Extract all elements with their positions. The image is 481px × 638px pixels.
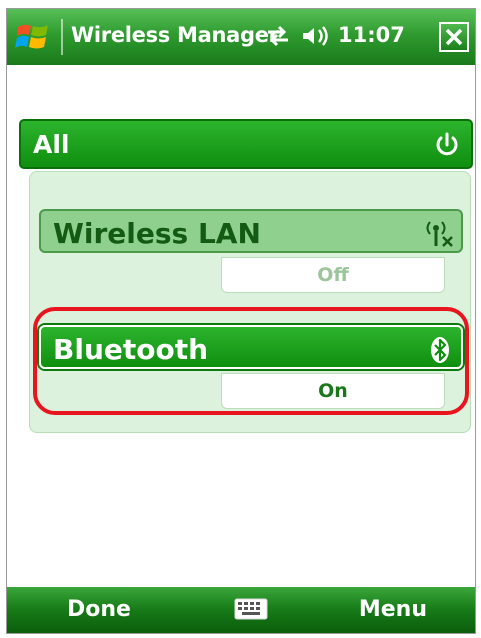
wireless-lan-status: Off (221, 257, 445, 293)
windows-flag-icon[interactable] (15, 19, 51, 53)
all-radios-button[interactable]: All (19, 119, 473, 169)
all-label: All (33, 130, 70, 159)
wireless-lan-label: Wireless LAN (53, 217, 261, 250)
device-screen: Wireless Manager 11:07 All Wireless LAN (6, 8, 476, 634)
highlight-outline (33, 307, 469, 415)
close-button[interactable] (439, 22, 469, 52)
clock[interactable]: 11:07 (338, 23, 405, 47)
wifi-off-icon (426, 221, 453, 247)
volume-icon[interactable] (301, 25, 329, 47)
title-bar: Wireless Manager 11:07 (7, 9, 475, 65)
menu-softkey[interactable]: Menu (359, 597, 427, 622)
softkey-bar: Done Menu (7, 587, 475, 633)
close-x-icon (445, 28, 463, 46)
keyboard-icon[interactable] (233, 595, 269, 623)
window-title: Wireless Manager (71, 23, 279, 47)
power-icon (436, 132, 458, 156)
wireless-lan-button[interactable]: Wireless LAN (39, 209, 463, 253)
title-separator (61, 19, 63, 55)
done-softkey[interactable]: Done (67, 597, 131, 622)
connectivity-icon[interactable] (265, 24, 291, 48)
